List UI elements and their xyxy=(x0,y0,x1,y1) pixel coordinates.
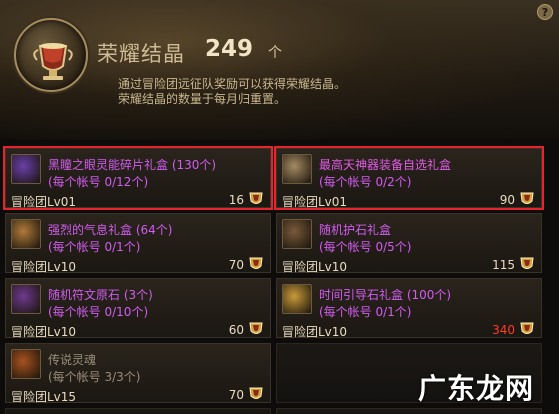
watermark-text: 广东龙网 xyxy=(418,372,535,405)
exchange-item-card[interactable]: 传说灵魂 (每个帐号 3/3个) 冒险团Lv15 70 xyxy=(5,343,271,404)
aura-box-icon xyxy=(11,219,41,249)
glory-crystal-coin-icon xyxy=(249,387,263,399)
item-price: 16 xyxy=(228,193,244,207)
rune-stone-icon xyxy=(11,284,41,314)
item-requirement: 冒险团Lv01 xyxy=(282,195,348,209)
crystal-count: 249 xyxy=(205,36,254,62)
item-limit: (每个帐号 0/1个) xyxy=(319,305,412,319)
item-price: 115 xyxy=(492,258,515,272)
empty-item-slot xyxy=(276,408,542,414)
item-price: 90 xyxy=(499,193,515,207)
item-requirement: 冒险团Lv10 xyxy=(282,260,348,274)
exchange-item-card[interactable]: 随机护石礼盒 (每个帐号 0/5个) 冒险团Lv10 115 xyxy=(276,213,542,274)
glory-crystal-coin-icon xyxy=(249,192,263,204)
item-requirement: 冒险团Lv15 xyxy=(11,390,77,404)
legendary-soul-icon xyxy=(11,349,41,379)
page-title: 荣耀结晶 xyxy=(97,42,185,66)
item-limit: (每个帐号 0/1个) xyxy=(48,240,141,254)
description: 通过冒险团远征队奖励可以获得荣耀结晶。 荣耀结晶的数量于每月归重置。 xyxy=(118,77,346,107)
item-price: 60 xyxy=(228,323,244,337)
item-limit: (每个帐号 0/2个) xyxy=(319,175,412,189)
header-banner: ? 荣耀结晶 249 个 通过冒险团远征队奖励可以获得荣耀结晶。 荣耀结晶的数量… xyxy=(0,0,559,140)
glory-crystal-coin-icon xyxy=(520,257,534,269)
dark-eye-box-icon xyxy=(11,154,41,184)
exchange-item-card[interactable]: 时间引导石礼盒 (100个) (每个帐号 0/1个) 冒险团Lv10 340 xyxy=(276,278,542,339)
item-name: 随机符文原石 (3个) xyxy=(48,288,153,302)
item-limit: (每个帐号 3/3个) xyxy=(48,370,141,384)
glory-crystal-coin-icon xyxy=(520,322,534,334)
description-line: 荣耀结晶的数量于每月归重置。 xyxy=(118,92,287,106)
exchange-item-card[interactable]: 强烈的气息礼盒 (64个) (每个帐号 0/1个) 冒险团Lv10 70 xyxy=(5,213,271,274)
amulet-chest-icon xyxy=(282,219,312,249)
item-requirement: 冒险团Lv10 xyxy=(282,325,348,339)
glory-crystal-emblem-icon xyxy=(14,18,88,92)
empty-item-slot xyxy=(5,408,271,414)
celestial-chest-icon xyxy=(282,154,312,184)
item-name: 随机护石礼盒 xyxy=(319,223,392,237)
item-requirement: 冒险团Lv10 xyxy=(11,325,77,339)
glory-crystal-coin-icon xyxy=(249,257,263,269)
help-button[interactable]: ? xyxy=(537,4,553,20)
description-line: 通过冒险团远征队奖励可以获得荣耀结晶。 xyxy=(118,77,347,91)
item-name: 传说灵魂 xyxy=(48,353,97,367)
item-limit: (每个帐号 0/12个) xyxy=(48,175,149,189)
item-limit: (每个帐号 0/10个) xyxy=(48,305,149,319)
item-name: 黑瞳之眼灵能碎片礼盒 (130个) xyxy=(48,158,217,172)
item-price: 70 xyxy=(228,388,244,402)
crystal-unit: 个 xyxy=(268,45,282,61)
item-limit: (每个帐号 0/5个) xyxy=(319,240,412,254)
exchange-item-card[interactable]: 随机符文原石 (3个) (每个帐号 0/10个) 冒险团Lv10 60 xyxy=(5,278,271,339)
item-name: 时间引导石礼盒 (100个) xyxy=(319,288,452,302)
item-name: 最高天神器装备自选礼盒 xyxy=(319,158,452,172)
item-name: 强烈的气息礼盒 (64个) xyxy=(48,223,173,237)
item-requirement: 冒险团Lv10 xyxy=(11,260,77,274)
time-stone-box-icon xyxy=(282,284,312,314)
glory-crystal-coin-icon xyxy=(520,192,534,204)
item-price: 340 xyxy=(492,323,515,337)
glory-crystal-coin-icon xyxy=(249,322,263,334)
item-requirement: 冒险团Lv01 xyxy=(11,195,77,209)
item-price: 70 xyxy=(228,258,244,272)
exchange-item-card[interactable]: 黑瞳之眼灵能碎片礼盒 (130个) (每个帐号 0/12个) 冒险团Lv01 1… xyxy=(3,146,273,210)
exchange-item-card[interactable]: 最高天神器装备自选礼盒 (每个帐号 0/2个) 冒险团Lv01 90 xyxy=(274,146,544,210)
